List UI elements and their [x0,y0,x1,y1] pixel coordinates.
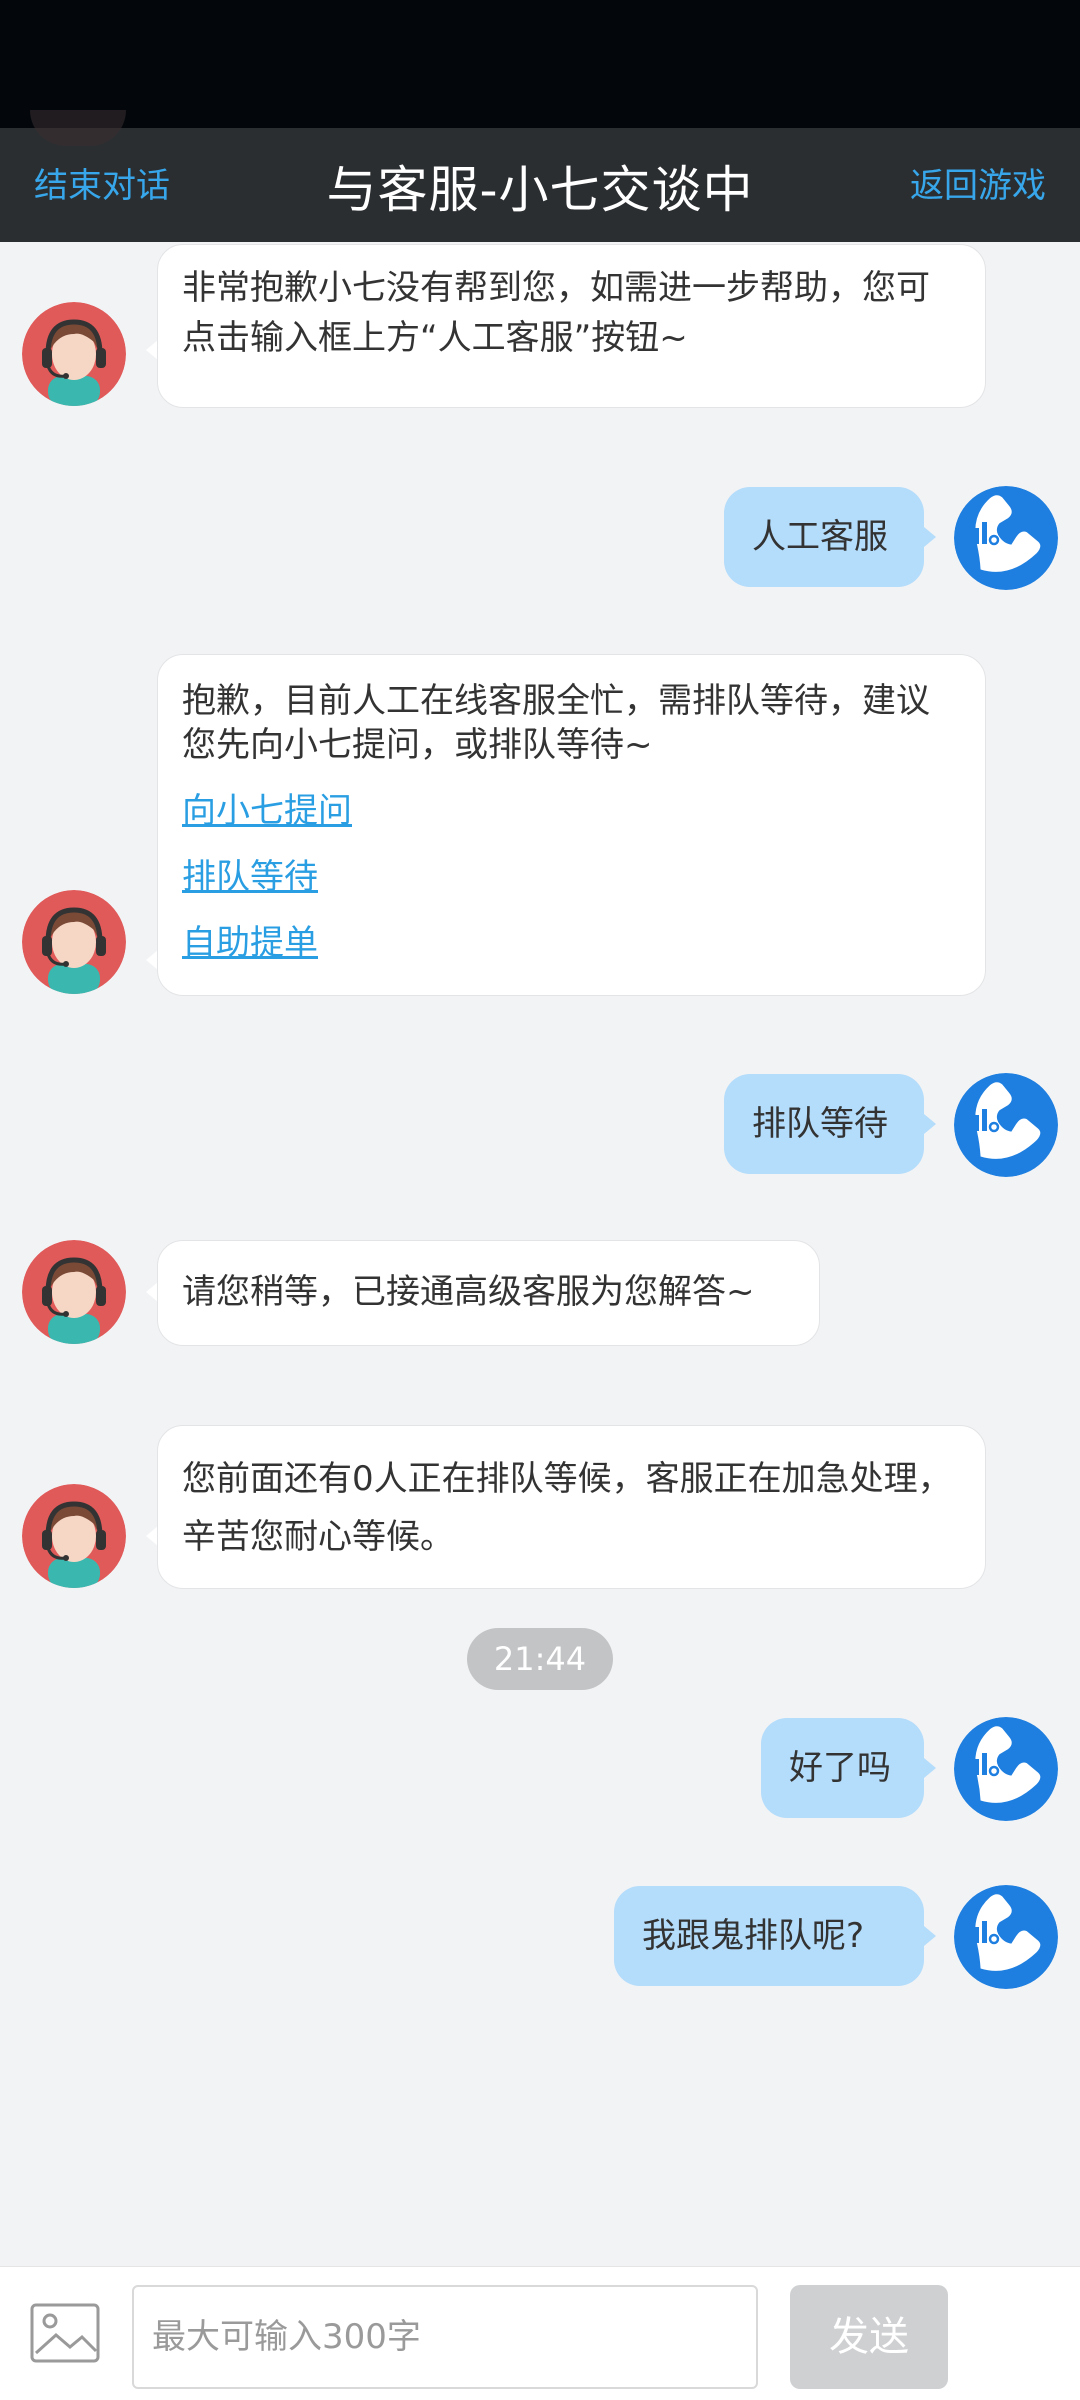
user-message: 排队等待 [724,1074,924,1174]
agent-avatar-icon [22,1240,126,1344]
message-text: 我跟鬼排队呢? [642,1916,865,1956]
bot-message: 抱歉，目前人工在线客服全忙，需排队等待，建议您先向小七提问，或排队等待~ 向小七… [157,654,986,996]
user-avatar-icon [954,1717,1058,1821]
message-text: 好了吗 [789,1748,891,1788]
user-message: 人工客服 [724,487,924,587]
agent-avatar-icon [22,302,126,406]
bubble-tail [924,1114,936,1134]
back-to-game-button[interactable]: 返回游戏 [910,158,1046,207]
bot-message: 请您稍等，已接通高级客服为您解答~ [157,1240,820,1346]
bot-message: 非常抱歉小七没有帮到您，如需进一步帮助，您可点击输入框上方“人工客服”按钮~ [157,244,986,408]
bubble-tail [924,1926,936,1946]
message-text: 人工客服 [752,517,888,557]
avatar-peek [30,110,126,146]
user-message: 好了吗 [761,1718,924,1818]
link-queue-wait[interactable]: 排队等待 [182,855,961,899]
message-text: 您前面还有0人正在排队等候，客服正在加急处理，辛苦您耐心等候。 [182,1459,952,1557]
message-text: 非常抱歉小七没有帮到您，如需进一步帮助，您可点击输入框上方“人工客服”按钮~ [182,268,930,358]
user-message: 我跟鬼排队呢? [614,1886,924,1986]
message-text: 抱歉，目前人工在线客服全忙，需排队等待，建议您先向小七提问，或排队等待~ [182,681,930,765]
user-avatar-icon [954,486,1058,590]
agent-avatar-icon [22,1484,126,1588]
send-button[interactable]: 发送 [790,2285,948,2389]
message-text: 排队等待 [752,1104,888,1144]
user-avatar-icon [954,1073,1058,1177]
input-bar: 发送 [0,2266,1080,2400]
status-bar-area [0,0,1080,128]
image-icon[interactable] [30,2303,100,2363]
message-text: 请您稍等，已接通高级客服为您解答~ [182,1272,755,1312]
link-self-service-ticket[interactable]: 自助提单 [182,921,961,965]
bot-message: 您前面还有0人正在排队等候，客服正在加急处理，辛苦您耐心等候。 [157,1425,986,1589]
user-avatar-icon [954,1885,1058,1989]
timestamp: 21:44 [467,1628,613,1690]
link-ask-xiaoqi[interactable]: 向小七提问 [182,789,961,833]
agent-avatar-icon [22,890,126,994]
bubble-tail [924,1758,936,1778]
message-input[interactable] [132,2285,758,2389]
chat-header: 结束对话 与客服-小七交谈中 返回游戏 [0,110,1080,242]
bubble-tail [924,527,936,547]
